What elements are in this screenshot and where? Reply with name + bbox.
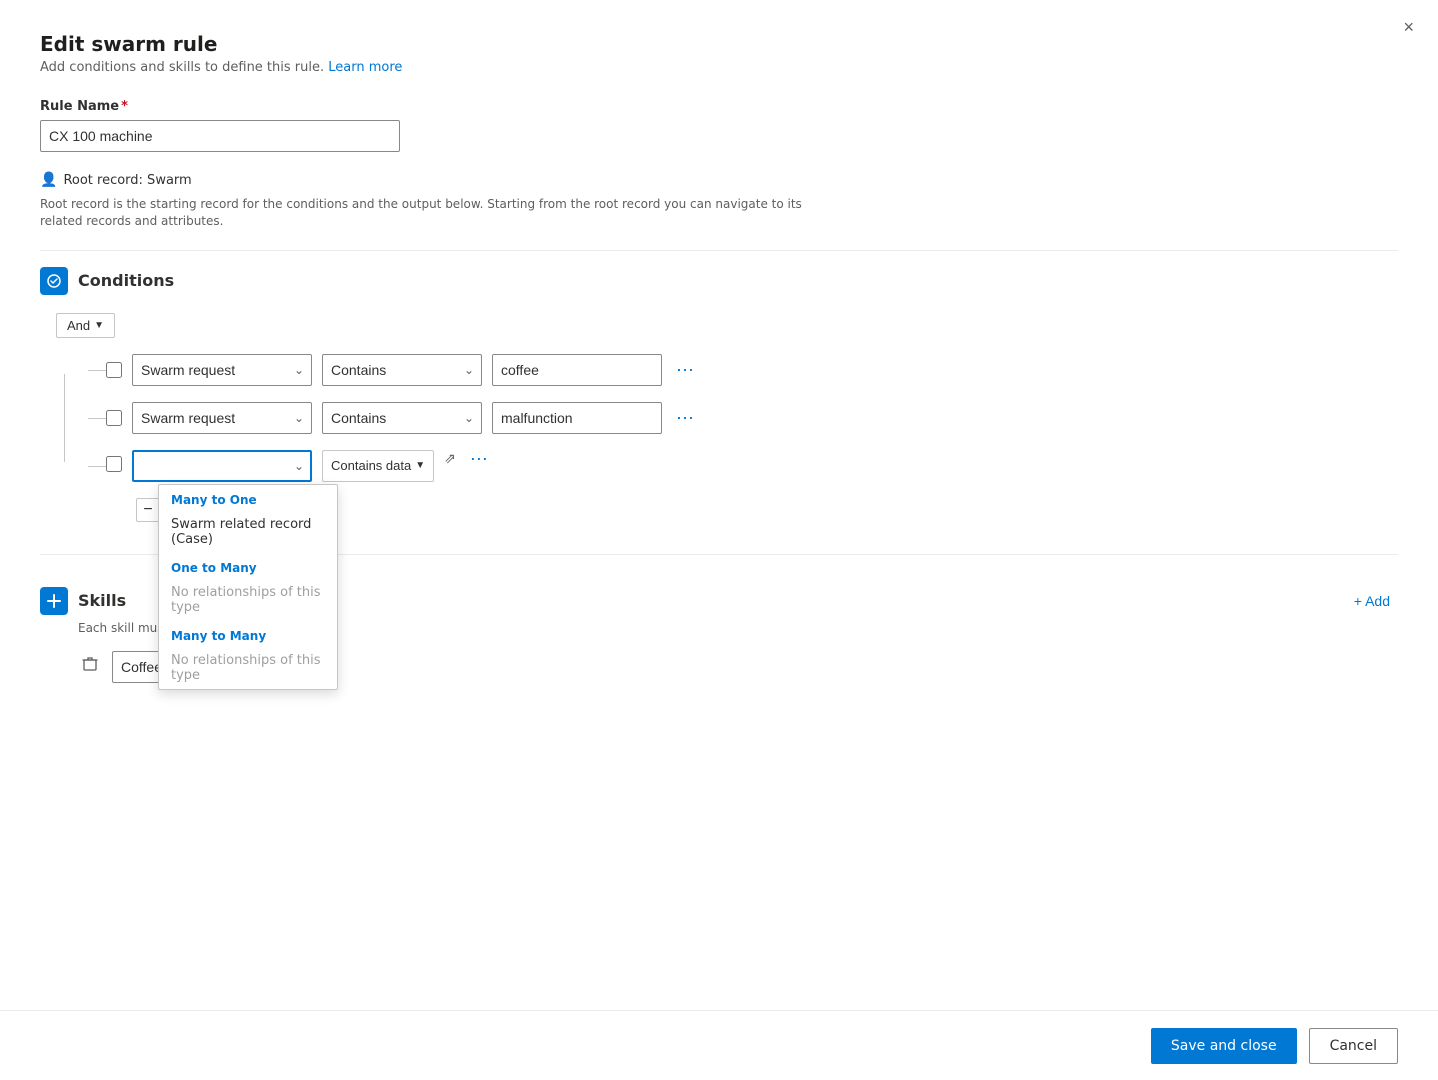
skills-icon bbox=[40, 587, 68, 615]
condition-row-1: Swarm request Contains ⋯ bbox=[106, 354, 1398, 386]
field-select-wrapper-1: Swarm request bbox=[132, 354, 312, 386]
operator-select-1[interactable]: Contains bbox=[322, 354, 482, 386]
field-select-wrapper-2: Swarm request bbox=[132, 402, 312, 434]
condition-checkbox-2[interactable] bbox=[106, 410, 122, 426]
conditions-area: And ▼ Swarm request Contains ⋯ bbox=[40, 313, 1398, 522]
conditions-tree: Swarm request Contains ⋯ Swarm request bbox=[56, 354, 1398, 522]
condition-row-3: Many to One Swarm related record (Case) … bbox=[106, 450, 1398, 482]
more-options-3[interactable]: ⋯ bbox=[466, 450, 494, 468]
add-skill-button[interactable]: + Add bbox=[1346, 589, 1398, 613]
value-input-2[interactable] bbox=[492, 402, 662, 434]
rule-name-label: Rule Name* bbox=[40, 99, 1398, 114]
conditions-icon bbox=[40, 267, 68, 295]
no-rel-one-many: No relationships of this type bbox=[159, 579, 337, 621]
learn-more-link[interactable]: Learn more bbox=[328, 60, 402, 75]
more-options-1[interactable]: ⋯ bbox=[672, 361, 700, 379]
more-options-2[interactable]: ⋯ bbox=[672, 409, 700, 427]
many-to-many-label: Many to Many bbox=[159, 621, 337, 647]
contains-data-btn[interactable]: Contains data ▼ bbox=[322, 450, 434, 482]
person-icon: 👤 bbox=[40, 172, 57, 188]
value-input-1[interactable] bbox=[492, 354, 662, 386]
root-record-description: Root record is the starting record for t… bbox=[40, 196, 820, 230]
many-to-one-label: Many to One bbox=[159, 485, 337, 511]
field-select-3[interactable] bbox=[132, 450, 312, 482]
dialog-title: Edit swarm rule bbox=[40, 32, 1398, 56]
condition-checkbox-3[interactable] bbox=[106, 456, 122, 472]
chevron-down-icon: ▼ bbox=[94, 320, 104, 331]
save-and-close-button[interactable]: Save and close bbox=[1151, 1028, 1297, 1064]
and-button[interactable]: And ▼ bbox=[56, 313, 115, 338]
conditions-section-header: Conditions bbox=[40, 267, 1398, 295]
close-button[interactable]: × bbox=[1403, 18, 1414, 36]
skills-title: Skills bbox=[78, 591, 126, 610]
expand-btn[interactable]: ⇗ bbox=[444, 450, 456, 467]
one-to-many-label: One to Many bbox=[159, 553, 337, 579]
swarm-related-item[interactable]: Swarm related record (Case) bbox=[159, 511, 337, 553]
conditions-title: Conditions bbox=[78, 271, 174, 290]
field-select-1[interactable]: Swarm request bbox=[132, 354, 312, 386]
condition-checkbox-1[interactable] bbox=[106, 362, 122, 378]
root-record-section: 👤 Root record: Swarm bbox=[40, 172, 1398, 188]
rule-name-input[interactable] bbox=[40, 120, 400, 152]
skills-header-left: Skills bbox=[40, 587, 126, 615]
no-rel-many-many: No relationships of this type bbox=[159, 647, 337, 689]
condition-row-2: Swarm request Contains ⋯ bbox=[106, 402, 1398, 434]
dialog-subtitle: Add conditions and skills to define this… bbox=[40, 60, 1398, 75]
field-select-wrapper-3: Many to One Swarm related record (Case) … bbox=[132, 450, 312, 482]
minus-button[interactable]: − bbox=[136, 498, 160, 522]
field-select-2[interactable]: Swarm request bbox=[132, 402, 312, 434]
chevron-down-icon-2: ▼ bbox=[415, 460, 425, 471]
operator-select-wrapper-2: Contains bbox=[322, 402, 482, 434]
field-dropdown-menu: Many to One Swarm related record (Case) … bbox=[158, 484, 338, 690]
cancel-button[interactable]: Cancel bbox=[1309, 1028, 1398, 1064]
footer: Save and close Cancel bbox=[0, 1010, 1438, 1080]
operator-select-wrapper-1: Contains bbox=[322, 354, 482, 386]
divider-1 bbox=[40, 250, 1398, 251]
delete-skill-button[interactable] bbox=[78, 652, 102, 681]
operator-select-2[interactable]: Contains bbox=[322, 402, 482, 434]
dialog-container: × Edit swarm rule Add conditions and ski… bbox=[0, 0, 1438, 1080]
